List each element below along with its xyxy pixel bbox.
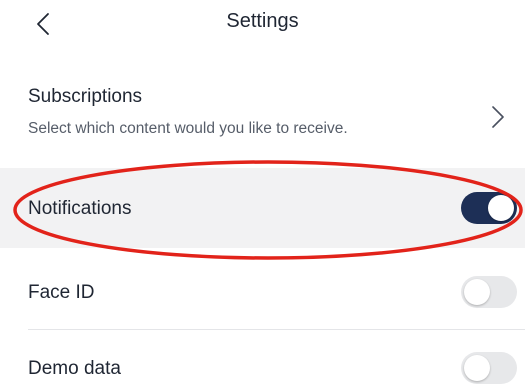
notifications-label: Notifications <box>28 198 132 219</box>
face-id-row: Face ID <box>0 262 525 324</box>
chevron-right-icon <box>492 106 504 128</box>
header-bar: Settings <box>0 0 525 50</box>
subscriptions-row[interactable]: Subscriptions Select which content would… <box>0 78 525 166</box>
divider <box>28 329 525 330</box>
notifications-toggle[interactable] <box>461 192 517 224</box>
demo-data-toggle[interactable] <box>461 352 517 384</box>
notifications-row: Notifications <box>0 168 525 248</box>
face-id-toggle[interactable] <box>461 276 517 308</box>
subscriptions-description: Select which content would you like to r… <box>28 120 348 137</box>
demo-data-label: Demo data <box>28 358 121 379</box>
page-title: Settings <box>226 10 299 32</box>
toggle-knob <box>464 355 490 381</box>
face-id-label: Face ID <box>28 282 95 303</box>
demo-data-row: Demo data <box>0 332 525 384</box>
subscriptions-title: Subscriptions <box>28 86 143 107</box>
toggle-knob <box>464 279 490 305</box>
toggle-knob <box>488 195 514 221</box>
